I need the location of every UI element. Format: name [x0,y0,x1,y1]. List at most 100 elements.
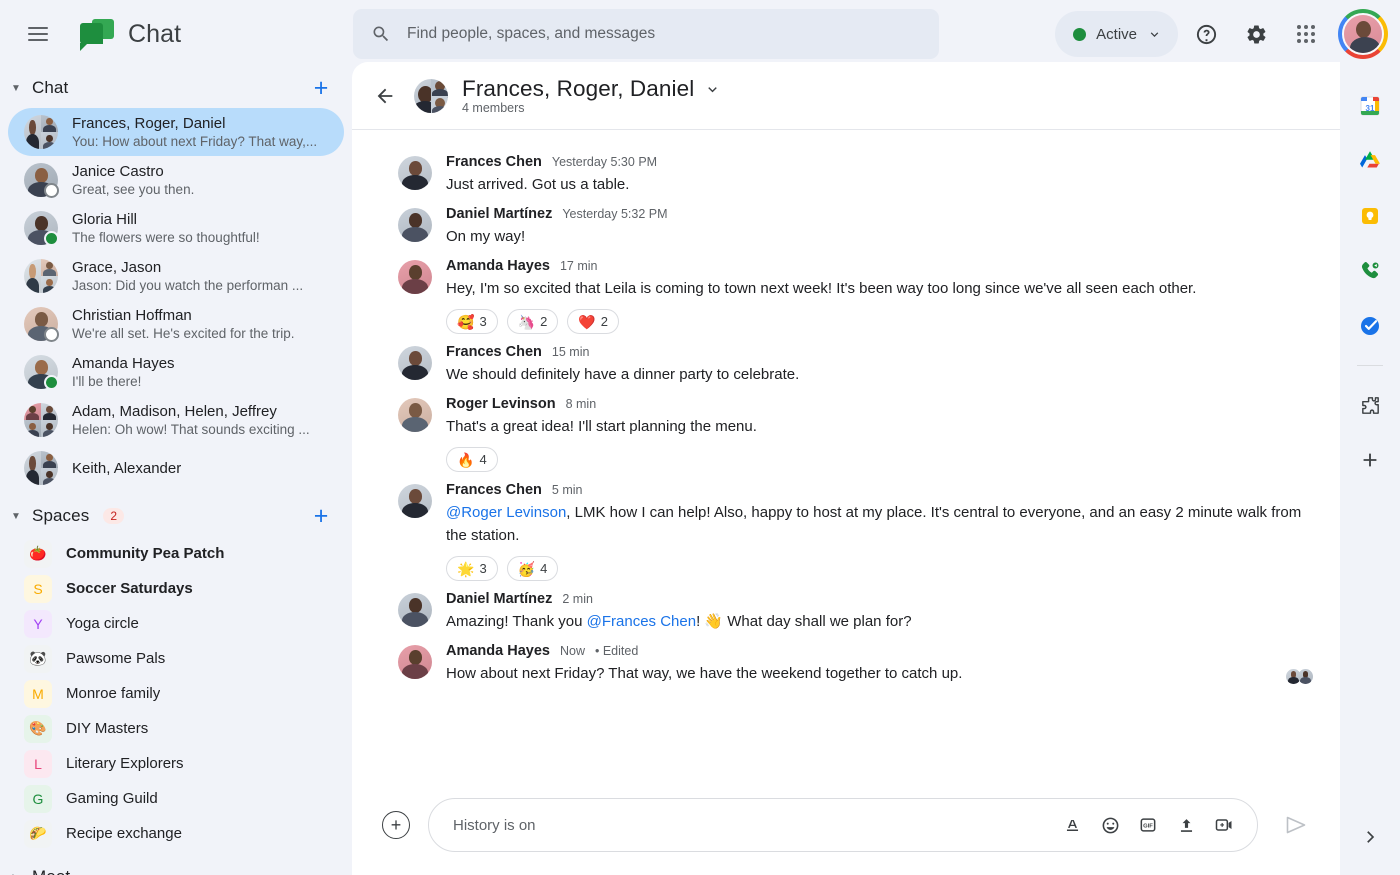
space-list-item[interactable]: Y Yoga circle [8,606,344,641]
reaction-chip[interactable]: 🌟 3 [446,556,498,581]
add-app-button[interactable] [1350,440,1390,480]
reaction-count: 3 [479,561,487,576]
message-text: Hey, I'm so excited that Leila is coming… [446,280,1197,297]
menu-icon[interactable] [14,10,62,58]
presence-status-button[interactable]: Active [1055,11,1178,57]
chat-list-item[interactable]: Gloria Hill The flowers were so thoughtfu… [8,204,344,252]
spaces-unread-badge: 2 [103,508,124,524]
reaction-chip[interactable]: 🥰 3 [446,309,498,334]
message-text: How about next Friday? That way, we have… [446,665,963,682]
message-timestamp: Yesterday 5:30 PM [551,155,658,169]
space-list-item[interactable]: G Gaming Guild [8,781,344,816]
google-chat-logo [80,19,114,51]
google-apps-button[interactable] [1284,12,1328,56]
presence-indicator-away [44,327,59,342]
google-drive-icon[interactable] [1350,141,1390,181]
space-list-item[interactable]: L Literary Explorers [8,746,344,781]
plus-circle-icon[interactable]: + [382,811,410,839]
space-list-item[interactable]: 🐼 Pawsome Pals [8,641,344,676]
chat-item-name: Christian Hoffman [72,306,192,324]
message-author: Amanda Hayes [446,258,550,274]
space-list-item[interactable]: 🎨 DIY Masters [8,711,344,746]
reaction-chip[interactable]: 🦄 2 [506,309,559,334]
space-list-item[interactable]: M Monroe family [8,676,344,711]
chat-list-item[interactable]: Adam, Madison, Helen, Jeffrey Helen: Oh w… [8,396,344,444]
read-receipt-avatars[interactable] [1285,668,1314,685]
search-input[interactable]: Find people, spaces, and messages [353,9,939,59]
message[interactable]: Daniel Martínez 2 min Amazing! Thank you @… [352,581,1340,633]
message[interactable]: Daniel Martínez Yesterday 5:32 PM On my wa… [352,196,1340,248]
message-author-avatar [398,208,432,242]
chevron-down-icon[interactable] [704,81,721,98]
conversation-panel: Frances, Roger, Daniel 4 members Frances… [352,62,1340,875]
google-tasks-icon[interactable] [1350,306,1390,346]
space-list-item[interactable]: 🍅 Community Pea Patch [8,536,344,571]
message[interactable]: Amanda Hayes 17 min Hey, I'm so excited th… [352,248,1340,334]
mention-link[interactable]: @Roger Levinson [446,504,566,521]
message[interactable]: Roger Levinson 8 min That's a great idea! … [352,386,1340,472]
message-timestamp: Yesterday 5:32 PM [562,207,668,221]
message-list[interactable]: Frances Chen Yesterday 5:30 PM Just arrive… [352,130,1340,789]
reaction-chip[interactable]: ❤️ 2 [567,309,620,334]
upload-button[interactable] [1169,808,1203,842]
conversation-title-button[interactable]: Frances, Roger, Daniel [462,76,721,102]
google-calendar-icon[interactable]: 31 [1350,86,1390,126]
chat-list-item[interactable]: Amanda Hayes I'll be there! [8,348,344,396]
group-avatar [24,115,58,149]
chat-list-item[interactable]: Keith, Alexander [8,444,344,492]
back-button[interactable] [366,77,404,115]
space-avatar-icon: Y [24,609,52,638]
message-timestamp: 17 min [559,259,598,273]
message-timestamp: Now [559,644,585,658]
upload-icon [1180,818,1192,832]
google-keep-icon[interactable] [1350,196,1390,236]
conversation-avatar [414,78,448,113]
account-avatar[interactable] [1338,9,1388,59]
google-voice-icon[interactable] [1350,251,1390,291]
chat-section-header[interactable]: ▼ Chat + [0,68,352,108]
chat-item-name: Amanda Hayes [72,354,175,372]
space-item-name: Monroe family [66,685,161,702]
add-video-button[interactable] [1207,808,1241,842]
reaction-emoji: 🥳 [517,560,536,577]
send-button[interactable] [1276,805,1316,845]
settings-button[interactable] [1234,12,1278,56]
message-author-avatar [398,645,432,679]
chat-item-name: Janice Castro [72,162,164,180]
message[interactable]: Frances Chen 15 min We should definitely h… [352,334,1340,386]
gif-button[interactable]: GIF [1131,808,1165,842]
meet-section-header[interactable]: ▶ Meet [0,857,352,875]
chat-list-item[interactable]: Christian Hoffman We're all set. He's exc… [8,300,344,348]
text-format-button[interactable] [1055,808,1089,842]
space-list-item[interactable]: S Soccer Saturdays [8,571,344,606]
expand-rail-button[interactable] [1350,817,1390,857]
help-button[interactable] [1184,12,1228,56]
chat-list-item[interactable]: Janice Castro Great, see you then. [8,156,344,204]
top-bar-actions: Active [1055,9,1388,59]
chat-item-preview: I'll be there! [72,373,142,389]
new-space-button[interactable]: + [306,501,336,531]
space-item-name: Literary Explorers [66,755,184,772]
space-item-name: Pawsome Pals [66,650,166,667]
emoji-button[interactable] [1093,808,1127,842]
reaction-emoji: 🌟 [457,560,475,577]
spaces-section-header[interactable]: ▼ Spaces 2 + [0,496,352,536]
message[interactable]: Frances Chen 5 min @Roger Levinson, LMK ho… [352,472,1340,581]
reaction-chip[interactable]: 🥳 4 [506,556,559,581]
message[interactable]: Frances Chen Yesterday 5:30 PM Just arrive… [352,144,1340,196]
mention-link[interactable]: @Frances Chen [587,613,696,630]
caret-down-icon[interactable]: ▼ [6,83,26,94]
chat-list-item[interactable]: Grace, Jason Jason: Did you watch the per… [8,252,344,300]
chat-list-item[interactable]: Frances, Roger, Daniel You: How about nex… [8,108,344,156]
space-list-item[interactable]: 🌮 Recipe exchange [8,816,344,851]
caret-right-icon[interactable]: ▶ [6,872,26,875]
reaction-chip[interactable]: 🔥 4 [446,447,498,472]
message-text-body: , LMK how I can help! Also, happy to hos… [446,504,1302,544]
message[interactable]: Amanda Hayes Now • Edited How about next Fr… [352,633,1340,685]
new-chat-button[interactable]: + [306,73,336,103]
caret-down-icon[interactable]: ▼ [6,511,26,522]
space-item-name: Community Pea Patch [66,545,225,562]
message-text: On my way! [446,228,526,245]
message-input[interactable]: History is on GIF [428,798,1258,852]
addons-puzzle-icon[interactable] [1350,385,1390,425]
